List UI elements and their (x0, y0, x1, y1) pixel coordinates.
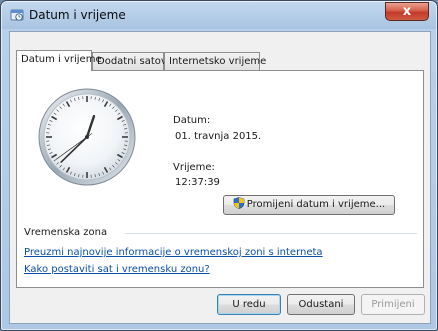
ok-button[interactable]: U redu (217, 294, 281, 315)
cancel-button[interactable]: Odustani (287, 294, 355, 315)
analog-clock-icon (38, 88, 136, 186)
change-date-time-button[interactable]: Promijeni datum i vrijeme... (223, 195, 395, 215)
apply-button[interactable]: Primijeni (361, 294, 425, 315)
window-title: Datum i vrijeme (29, 8, 126, 22)
dialog-window: Datum i vrijeme x Datum i vrijeme Dodatn… (0, 0, 438, 331)
title-bar[interactable]: Datum i vrijeme x (1, 1, 437, 29)
close-icon: x (402, 4, 412, 19)
close-button[interactable]: x (385, 2, 429, 21)
time-label: Vrijeme: (173, 162, 215, 173)
tab-internetsko-vrijeme[interactable]: Internetsko vrijeme (164, 52, 266, 70)
tab-datum-i-vrijeme[interactable]: Datum i vrijeme (16, 50, 102, 71)
timezone-section-label: Vremenska zona (24, 227, 108, 238)
dialog-client-area: Datum i vrijeme Dodatni satovi Internets… (9, 31, 431, 324)
date-value: 01. travnja 2015. (175, 131, 262, 142)
howto-set-clock-link[interactable]: Kako postaviti sat i vremensku zonu? (24, 264, 210, 275)
uac-shield-icon (233, 197, 245, 210)
date-label: Datum: (173, 115, 211, 126)
time-value: 12:37:39 (175, 177, 220, 188)
tab-dodatni-satovi[interactable]: Dodatni satovi (92, 52, 170, 70)
download-timezone-info-link[interactable]: Preuzmi najnovije informacije o vremensk… (24, 247, 323, 258)
section-separator (125, 233, 417, 234)
tab-panel: Datum: 01. travnja 2015. Vrijeme: 12:37:… (16, 70, 424, 288)
clock-calendar-icon (10, 9, 24, 21)
